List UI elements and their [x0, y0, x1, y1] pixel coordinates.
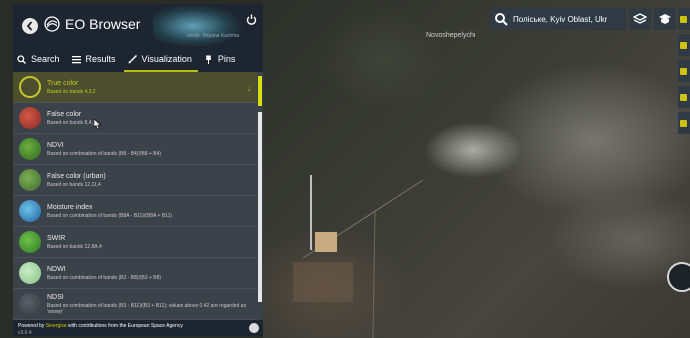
visualization-name: NDWI: [47, 265, 66, 273]
theme-toggle-icon[interactable]: [249, 323, 259, 333]
scrollbar-thumb[interactable]: [258, 112, 262, 302]
list-scrollbar[interactable]: [257, 72, 263, 320]
map-place-label: Novoshepelychi: [426, 32, 476, 39]
visualization-name: False color (urban): [47, 172, 106, 180]
visualization-desc: Based on combination of bands (B3 - B11)…: [47, 302, 246, 315]
visualization-name: SWIR: [47, 234, 66, 242]
education-button[interactable]: [654, 8, 676, 30]
visualization-name: True color: [47, 79, 79, 87]
film-icon: [680, 119, 687, 127]
visualization-thumbnail: [19, 262, 41, 284]
search-icon: [17, 54, 26, 64]
location-search[interactable]: Поліське, Kyiv Oblast, Ukr: [490, 8, 626, 30]
visualization-thumbnail: [19, 138, 41, 160]
visualization-item[interactable]: Moisture index Based on combination of ba…: [13, 196, 257, 227]
powered-by-text: Powered by Sinergise with contributions …: [18, 323, 183, 329]
map-tools: [678, 8, 690, 138]
visualization-desc: Based on combination of bands (B3 - B8)/…: [47, 274, 162, 281]
visualization-name: Moisture index: [47, 203, 93, 211]
pin-tool[interactable]: [678, 34, 690, 56]
image-icon: [680, 93, 687, 101]
scrollbar-accent: [258, 76, 262, 106]
visualization-item[interactable]: False color (urban) Based on bands 12,11,…: [13, 165, 257, 196]
visualization-item[interactable]: NDSI Based on combination of bands (B3 - …: [13, 289, 257, 320]
visualization-name: NDVI: [47, 141, 64, 149]
layers-icon: [633, 13, 647, 24]
info-tool[interactable]: [678, 8, 690, 30]
map-action-button[interactable]: [667, 262, 690, 292]
app-title: EO Browser: [65, 16, 141, 32]
visualization-thumbnail: [19, 231, 41, 253]
tab-results[interactable]: Results: [71, 46, 116, 72]
panel-header: EO Browser credit: Tetyana Kuchma: [13, 4, 263, 46]
image-credit: credit: Tetyana Kuchma: [187, 33, 240, 39]
tab-search-label: Search: [31, 54, 60, 64]
visualization-item[interactable]: False color Based on bands 8,4,3: [13, 103, 257, 134]
chevron-down-icon[interactable]: ↓: [247, 84, 251, 93]
tab-visualization-label: Visualization: [141, 54, 192, 64]
visualization-thumbnail: [19, 76, 41, 98]
graduation-cap-icon: [659, 14, 671, 24]
map-imagery: [293, 175, 424, 338]
mouse-cursor-icon: [93, 118, 102, 130]
tab-results-label: Results: [85, 54, 116, 64]
visualization-desc: Based on combination of bands (B8 - B4)/…: [47, 150, 162, 157]
back-button[interactable]: [22, 18, 38, 34]
power-icon[interactable]: [246, 14, 257, 25]
film-tool[interactable]: [678, 112, 690, 134]
tab-pins-label: Pins: [217, 54, 236, 64]
map-toolbar: Поліське, Kyiv Oblast, Ukr: [490, 8, 676, 30]
layers-button[interactable]: [629, 8, 651, 30]
location-icon: [680, 41, 687, 49]
visualization-name: NDSI: [47, 293, 64, 301]
ruler-icon: [680, 67, 687, 75]
sentinel-logo-icon: [44, 16, 60, 32]
visualization-thumbnail: [19, 293, 41, 315]
header-artwork: [153, 4, 263, 46]
image-tool[interactable]: [678, 86, 690, 108]
visualization-desc: Based on bands 8,4,3: [47, 119, 96, 126]
visualization-desc: Based on bands 4,3,2: [47, 88, 96, 95]
app-logo: EO Browser: [44, 16, 140, 32]
visualization-thumbnail: [19, 107, 41, 129]
visualization-item[interactable]: True color Based on bands 4,3,2 ↓: [13, 72, 257, 103]
visualization-thumbnail: [19, 169, 41, 191]
tab-search[interactable]: Search: [17, 46, 60, 72]
tab-visualization[interactable]: Visualization: [123, 46, 199, 72]
visualization-desc: Based on combination of bands (B8A - B11…: [47, 212, 173, 219]
version-label: v3.0.4: [18, 330, 32, 336]
chevron-left-icon: [26, 21, 33, 31]
panel-footer: Powered by Sinergise with contributions …: [13, 320, 263, 336]
sinergise-link[interactable]: Sinergise: [46, 323, 67, 329]
list-icon: [71, 55, 81, 63]
powered-prefix: Powered by: [18, 323, 45, 329]
pin-icon: [205, 55, 211, 64]
search-icon: [495, 13, 508, 26]
location-search-value: Поліське, Kyiv Oblast, Ukr: [513, 14, 608, 24]
map-view[interactable]: Novoshepelychi: [263, 0, 690, 338]
visualization-thumbnail: [19, 200, 41, 222]
panel-tabs: Search Results Visualization Pins: [13, 46, 263, 72]
measure-tool[interactable]: [678, 60, 690, 82]
visualization-desc: Based on bands 12,11,4: [47, 181, 101, 188]
visualization-item[interactable]: SWIR Based on bands 12,8A,4: [13, 227, 257, 258]
powered-suffix: with contributions from the European Spa…: [68, 323, 183, 329]
visualization-desc: Based on bands 12,8A,4: [47, 243, 102, 250]
side-panel: EO Browser credit: Tetyana Kuchma Search…: [13, 4, 263, 336]
visualization-item[interactable]: NDWI Based on combination of bands (B3 - …: [13, 258, 257, 289]
tab-pins[interactable]: Pins: [204, 46, 236, 72]
visualization-list: True color Based on bands 4,3,2 ↓ False c…: [13, 72, 257, 320]
visualization-name: False color: [47, 110, 82, 118]
info-icon: [680, 15, 687, 23]
visualization-item[interactable]: NDVI Based on combination of bands (B8 - …: [13, 134, 257, 165]
brush-icon: [128, 54, 137, 63]
